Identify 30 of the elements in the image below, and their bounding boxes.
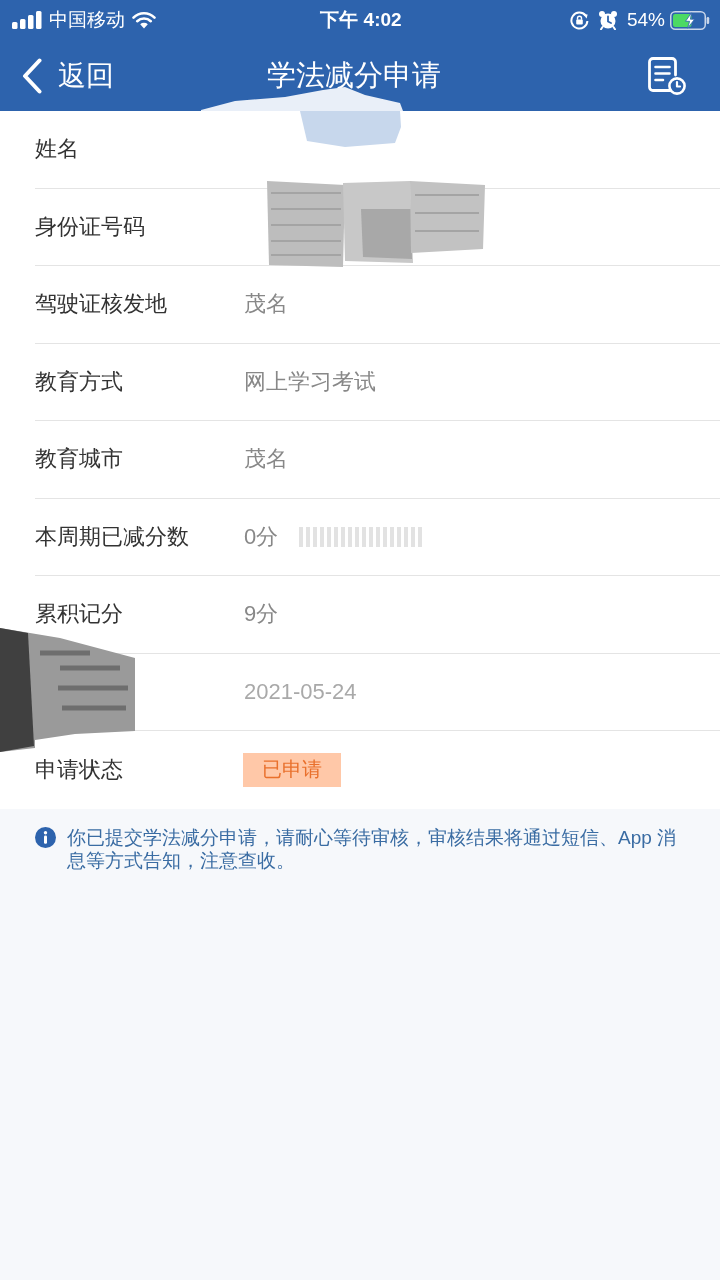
field-value: 0分 — [244, 522, 279, 551]
field-label: 身份证号码 — [35, 212, 145, 241]
status-time: 下午 4:02 — [320, 8, 402, 32]
document-clock-icon — [648, 56, 686, 95]
field-value: 茂名 — [244, 445, 288, 474]
info-message: 你已提交学法减分申请，请耐心等待审核，审核结果将通过短信、App 消息等方式告知，注意查收。 — [67, 825, 678, 872]
battery-charging-icon — [670, 10, 710, 30]
field-label: 本周期已减分数 — [35, 522, 189, 551]
field-value: 2021-05-24 — [244, 678, 357, 705]
field-label: 教育方式 — [35, 367, 123, 396]
back-chevron-icon — [22, 57, 42, 94]
field-label: 驾驶证核发地 — [35, 290, 167, 319]
carrier-name: 中国移动 — [49, 8, 125, 32]
rotation-lock-icon — [569, 10, 589, 30]
field-label: 姓名 — [35, 135, 79, 164]
field-value: 茂名 — [244, 290, 288, 319]
page-title: 学法减分申请 — [267, 57, 441, 93]
alarm-clock-icon — [597, 10, 618, 30]
info-icon — [35, 826, 56, 848]
field-value: 网上学习考试 — [244, 367, 376, 396]
battery-percent: 54% — [626, 9, 665, 31]
history-button[interactable] — [648, 56, 686, 95]
field-label: 申请状态 — [35, 755, 123, 784]
wifi-icon — [132, 11, 156, 29]
field-value: 9分 — [244, 600, 279, 629]
status-badge: 已申请 — [243, 752, 341, 787]
field-label: 教育城市 — [35, 445, 123, 474]
signal-icon — [12, 11, 42, 29]
field-label: 累积记分 — [35, 600, 123, 629]
back-button[interactable]: 返回 — [22, 56, 114, 95]
